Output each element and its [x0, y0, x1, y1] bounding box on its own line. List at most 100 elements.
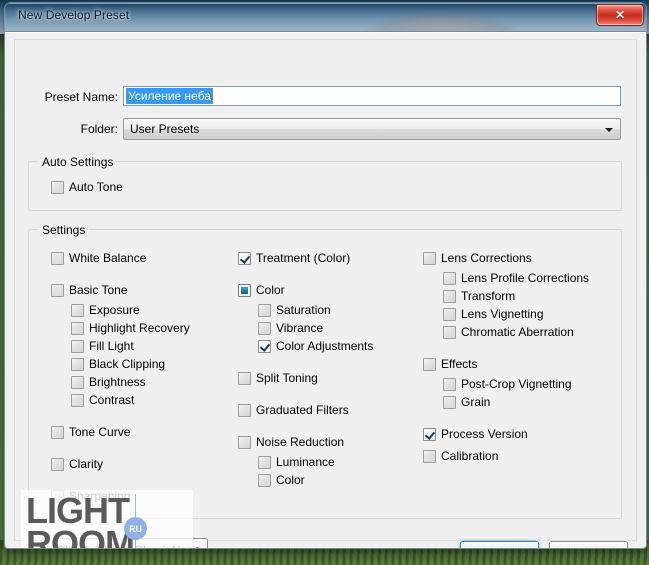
titlebar-highlight	[5, 3, 646, 4]
checkbox-color[interactable]: Color	[258, 472, 305, 488]
checkbox-label: Tone Curve	[69, 424, 131, 439]
checkbox-auto-tone[interactable]: Auto Tone	[51, 179, 123, 195]
empty-checkbox-icon[interactable]	[71, 375, 84, 389]
checkbox-color-adjustments[interactable]: Color Adjustments	[258, 338, 373, 354]
empty-checkbox-icon[interactable]	[443, 307, 456, 321]
checkbox-fill-light[interactable]: Fill Light	[71, 338, 134, 354]
empty-checkbox-icon[interactable]	[51, 425, 64, 439]
empty-checkbox-icon[interactable]	[51, 457, 64, 471]
empty-checkbox-icon[interactable]	[443, 289, 456, 303]
checkbox-label: Post-Crop Vignetting	[461, 376, 572, 391]
checkbox-process-version[interactable]: Process Version	[423, 426, 528, 442]
checkbox-chromatic-aberration[interactable]: Chromatic Aberration	[443, 324, 574, 340]
empty-checkbox-icon[interactable]	[443, 271, 456, 285]
mixed-state-icon[interactable]	[238, 283, 251, 297]
preset-name-input[interactable]: Усиление неба	[123, 86, 621, 106]
checkbox-label: Color	[256, 282, 285, 297]
empty-checkbox-icon[interactable]	[258, 455, 271, 469]
checkbox-label: Brightness	[89, 374, 146, 389]
preset-name-value: Усиление неба	[126, 88, 213, 104]
checkbox-basic-tone[interactable]: Basic Tone	[51, 282, 127, 298]
empty-checkbox-icon[interactable]	[423, 357, 436, 371]
checkbox-grain[interactable]: Grain	[443, 394, 490, 410]
checkbox-label: Saturation	[276, 302, 331, 317]
empty-checkbox-icon[interactable]	[51, 283, 64, 297]
checkbox-exposure[interactable]: Exposure	[71, 302, 140, 318]
checkmark-icon[interactable]	[238, 251, 251, 265]
empty-checkbox-icon[interactable]	[443, 395, 456, 409]
folder-select[interactable]: User Presets	[123, 118, 621, 140]
checkbox-white-balance[interactable]: White Balance	[51, 250, 146, 266]
empty-checkbox-icon[interactable]	[71, 303, 84, 317]
checkbox-label: Split Toning	[256, 370, 318, 385]
checkbox-vibrance[interactable]: Vibrance	[258, 320, 323, 336]
empty-checkbox-icon[interactable]	[258, 303, 271, 317]
checkbox-sharpening[interactable]: Sharpening	[51, 488, 130, 504]
empty-checkbox-icon[interactable]	[258, 473, 271, 487]
empty-checkbox-icon[interactable]	[238, 435, 251, 449]
checkbox-luminance[interactable]: Luminance	[258, 454, 335, 470]
empty-checkbox-icon[interactable]	[423, 449, 436, 463]
empty-checkbox-icon[interactable]	[443, 377, 456, 391]
cancel-button-label: Cancel	[570, 546, 607, 549]
close-button[interactable]: ✕	[596, 4, 644, 26]
checkbox-label: Noise Reduction	[256, 434, 345, 449]
checkbox-label: Process Version	[441, 426, 528, 441]
empty-checkbox-icon[interactable]	[71, 321, 84, 335]
checkmark-icon[interactable]	[258, 339, 271, 353]
empty-checkbox-icon[interactable]	[258, 321, 271, 335]
window-titlebar[interactable]: New Develop Preset ✕	[5, 3, 646, 32]
empty-checkbox-icon[interactable]	[423, 251, 436, 265]
empty-checkbox-icon[interactable]	[443, 325, 456, 339]
empty-checkbox-icon[interactable]	[51, 180, 64, 194]
checkbox-effects[interactable]: Effects	[423, 356, 477, 372]
checkbox-label: Grain	[461, 394, 491, 409]
checkbox-lens-vignetting[interactable]: Lens Vignetting	[443, 306, 544, 322]
empty-checkbox-icon[interactable]	[71, 393, 84, 407]
checkbox-label: Luminance	[276, 454, 335, 469]
empty-checkbox-icon[interactable]	[71, 339, 84, 353]
empty-checkbox-icon[interactable]	[71, 357, 84, 371]
checkbox-highlight-recovery[interactable]: Highlight Recovery	[71, 320, 190, 336]
checkbox-lens-profile-corrections[interactable]: Lens Profile Corrections	[443, 270, 589, 286]
checkbox-color[interactable]: Color	[238, 282, 285, 298]
checkbox-label: Effects	[441, 356, 478, 371]
empty-checkbox-icon[interactable]	[51, 251, 64, 265]
checkbox-contrast[interactable]: Contrast	[71, 392, 134, 408]
checkbox-label: Lens Corrections	[441, 250, 532, 265]
checkbox-transform[interactable]: Transform	[443, 288, 515, 304]
close-icon: ✕	[614, 8, 626, 22]
checkbox-label: Auto Tone	[69, 179, 123, 194]
checkbox-brightness[interactable]: Brightness	[71, 374, 146, 390]
empty-checkbox-icon[interactable]	[51, 489, 64, 503]
checkbox-split-toning[interactable]: Split Toning	[238, 370, 318, 386]
checkbox-clarity[interactable]: Clarity	[51, 456, 103, 472]
check-none-button[interactable]: Check None	[127, 538, 208, 548]
checkbox-label: Treatment (Color)	[256, 250, 351, 265]
checkbox-noise-reduction[interactable]: Noise Reduction	[238, 434, 344, 450]
checkbox-lens-corrections[interactable]: Lens Corrections	[423, 250, 532, 266]
empty-checkbox-icon[interactable]	[238, 371, 251, 385]
checkbox-label: Color Adjustments	[276, 338, 374, 353]
chevron-down-icon	[605, 128, 613, 132]
check-all-button[interactable]: Check All	[41, 538, 122, 548]
checkbox-post-crop-vignetting[interactable]: Post-Crop Vignetting	[443, 376, 572, 392]
checkbox-label: Contrast	[89, 392, 135, 407]
checkbox-label: Calibration	[441, 448, 499, 463]
checkbox-tone-curve[interactable]: Tone Curve	[51, 424, 130, 440]
create-button[interactable]: Create	[460, 541, 539, 548]
cancel-button[interactable]: Cancel	[549, 541, 628, 549]
checkbox-black-clipping[interactable]: Black Clipping	[71, 356, 165, 372]
checkbox-label: Lens Profile Corrections	[461, 270, 590, 285]
checkbox-saturation[interactable]: Saturation	[258, 302, 331, 318]
checkbox-treatment-color[interactable]: Treatment (Color)	[238, 250, 350, 266]
auto-settings-group-title: Auto Settings	[38, 155, 118, 169]
checkmark-icon[interactable]	[423, 427, 436, 441]
checkbox-label: Chromatic Aberration	[461, 324, 574, 339]
checkbox-label: Highlight Recovery	[89, 320, 190, 335]
checkbox-label: White Balance	[69, 250, 147, 265]
checkbox-calibration[interactable]: Calibration	[423, 448, 498, 464]
empty-checkbox-icon[interactable]	[238, 403, 251, 417]
checkbox-label: Lens Vignetting	[461, 306, 544, 321]
checkbox-graduated-filters[interactable]: Graduated Filters	[238, 402, 349, 418]
